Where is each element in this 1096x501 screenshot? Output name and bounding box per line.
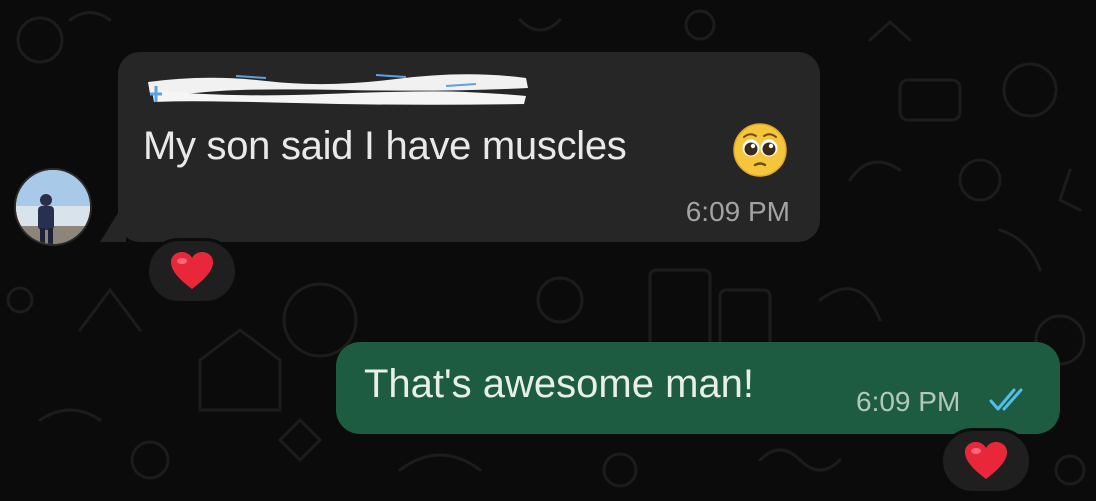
outgoing-message-time: 6:09 PM: [856, 386, 961, 417]
heart-icon: [171, 252, 213, 289]
incoming-message-time: 6:09 PM: [685, 196, 790, 227]
outgoing-reaction-badge[interactable]: [940, 428, 1032, 494]
outgoing-message-text: That's awesome man!: [364, 362, 755, 406]
read-double-check-icon: [989, 388, 1023, 411]
sender-name-redacted: [148, 74, 528, 105]
incoming-message-text: My son said I have muscles: [143, 124, 627, 168]
heart-icon: [965, 442, 1007, 479]
contact-avatar[interactable]: [14, 168, 92, 246]
pleading-face-emoji-icon: [733, 123, 787, 177]
incoming-reaction-badge[interactable]: [146, 238, 238, 304]
